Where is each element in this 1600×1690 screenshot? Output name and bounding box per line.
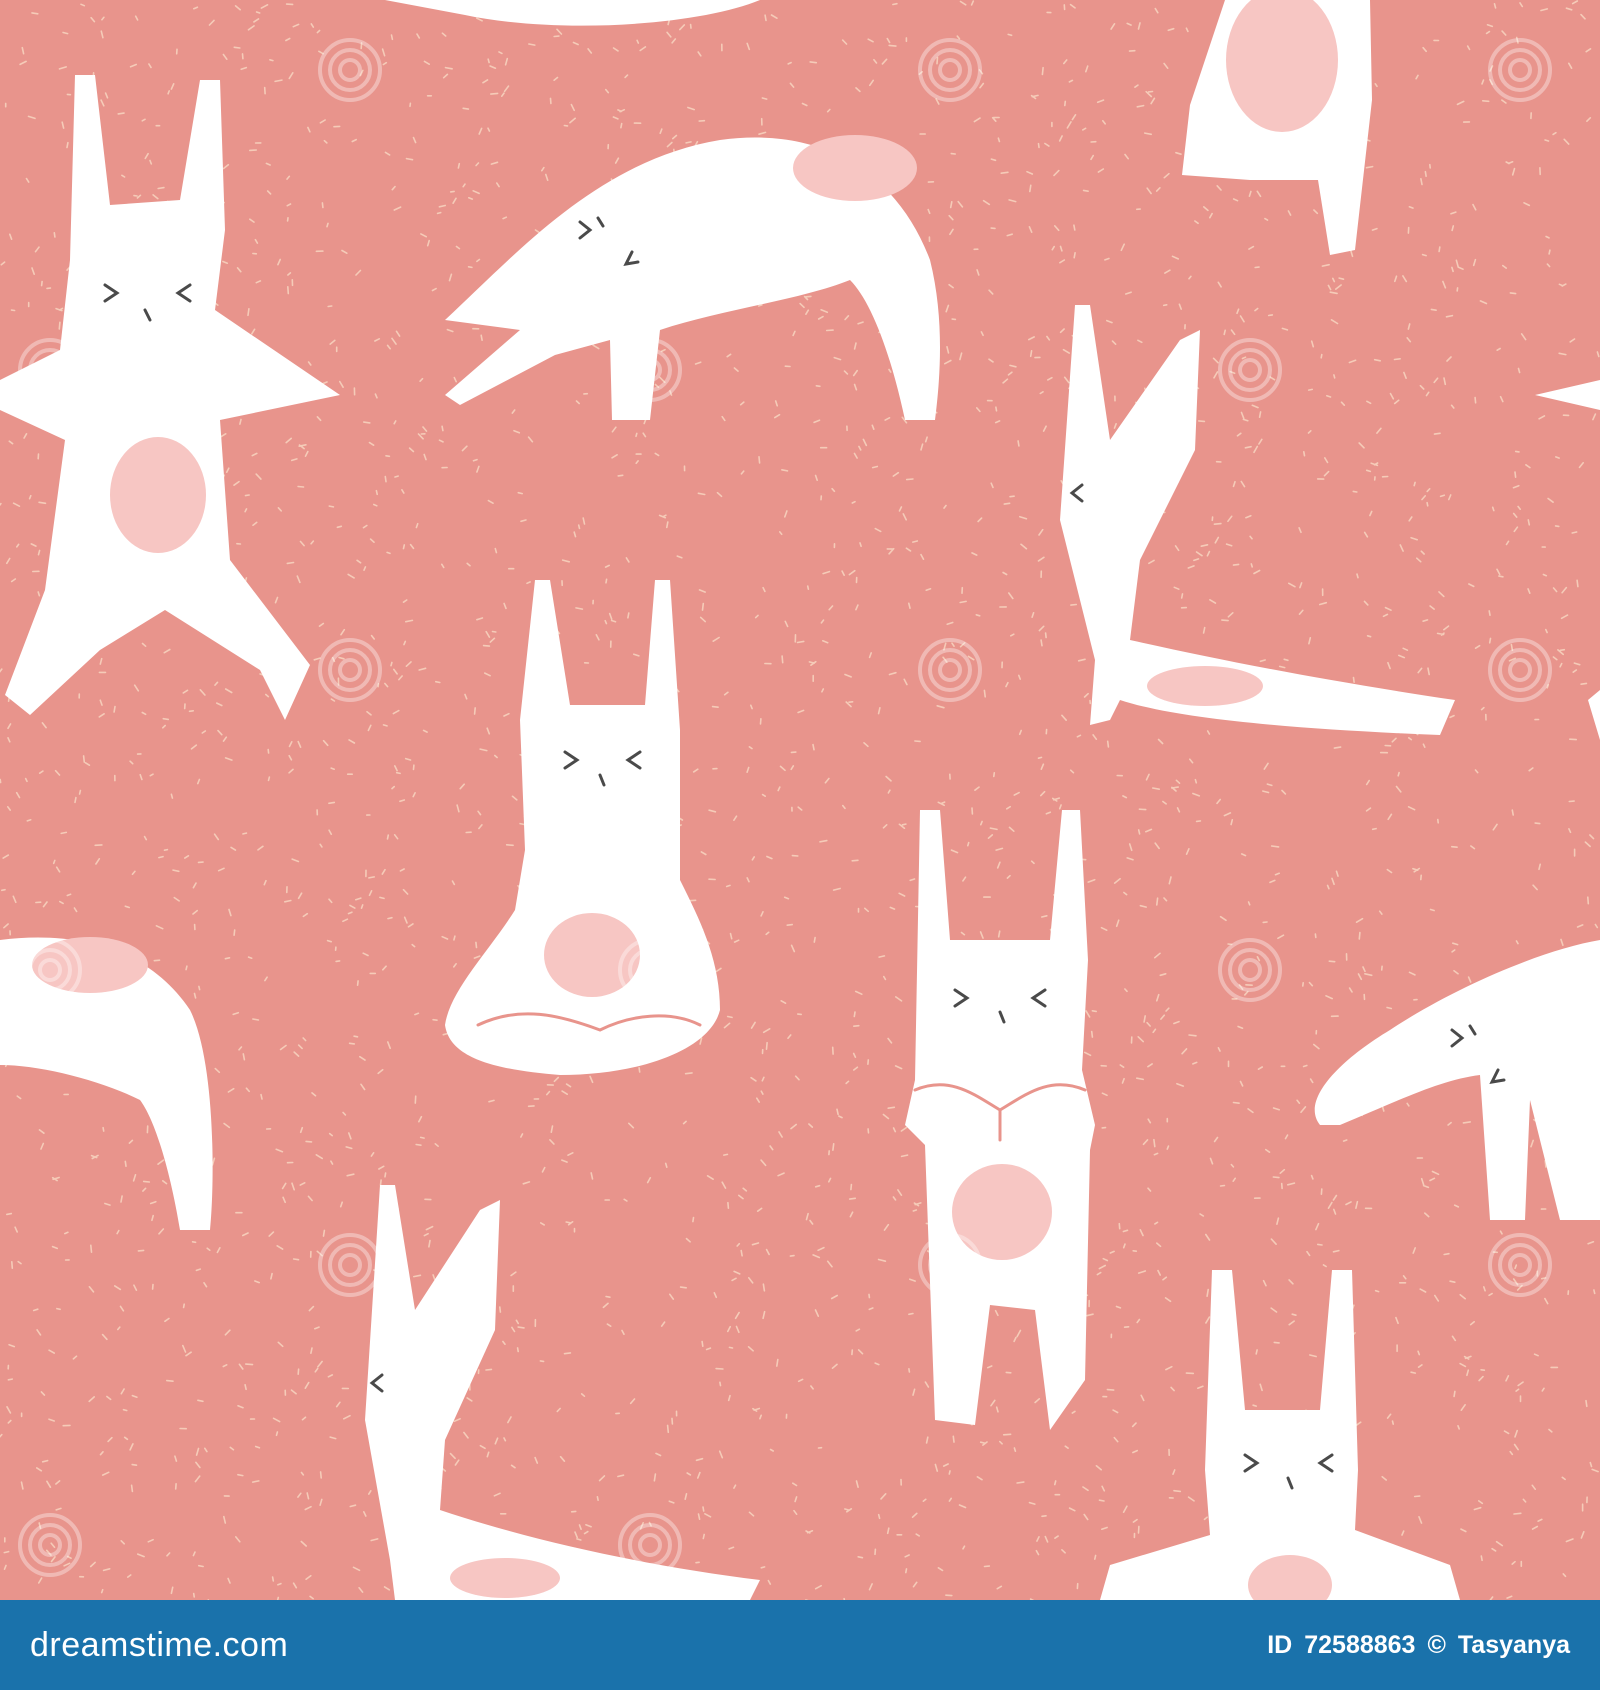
rabbit-belly — [110, 437, 206, 553]
rabbit-belly — [32, 937, 148, 993]
rabbit-belly — [793, 135, 917, 201]
id-label: ID — [1267, 1630, 1293, 1659]
rabbit-belly — [952, 1164, 1052, 1260]
copyright-symbol: © — [1427, 1630, 1446, 1659]
rabbit-belly — [1147, 666, 1263, 706]
image-id: 72588863 — [1304, 1630, 1416, 1659]
stock-image-stage: dreamstime.com ID 72588863 © Tasyanya — [0, 0, 1600, 1690]
rabbit-yoga-pattern — [0, 0, 1600, 1600]
brand-name[interactable]: dreamstime.com — [30, 1626, 288, 1665]
stock-footer-bar: dreamstime.com ID 72588863 © Tasyanya — [0, 1600, 1600, 1690]
image-credit: ID 72588863 © Tasyanya — [1267, 1631, 1570, 1660]
rabbit-belly — [450, 1558, 560, 1598]
author-name: Tasyanya — [1457, 1630, 1570, 1659]
